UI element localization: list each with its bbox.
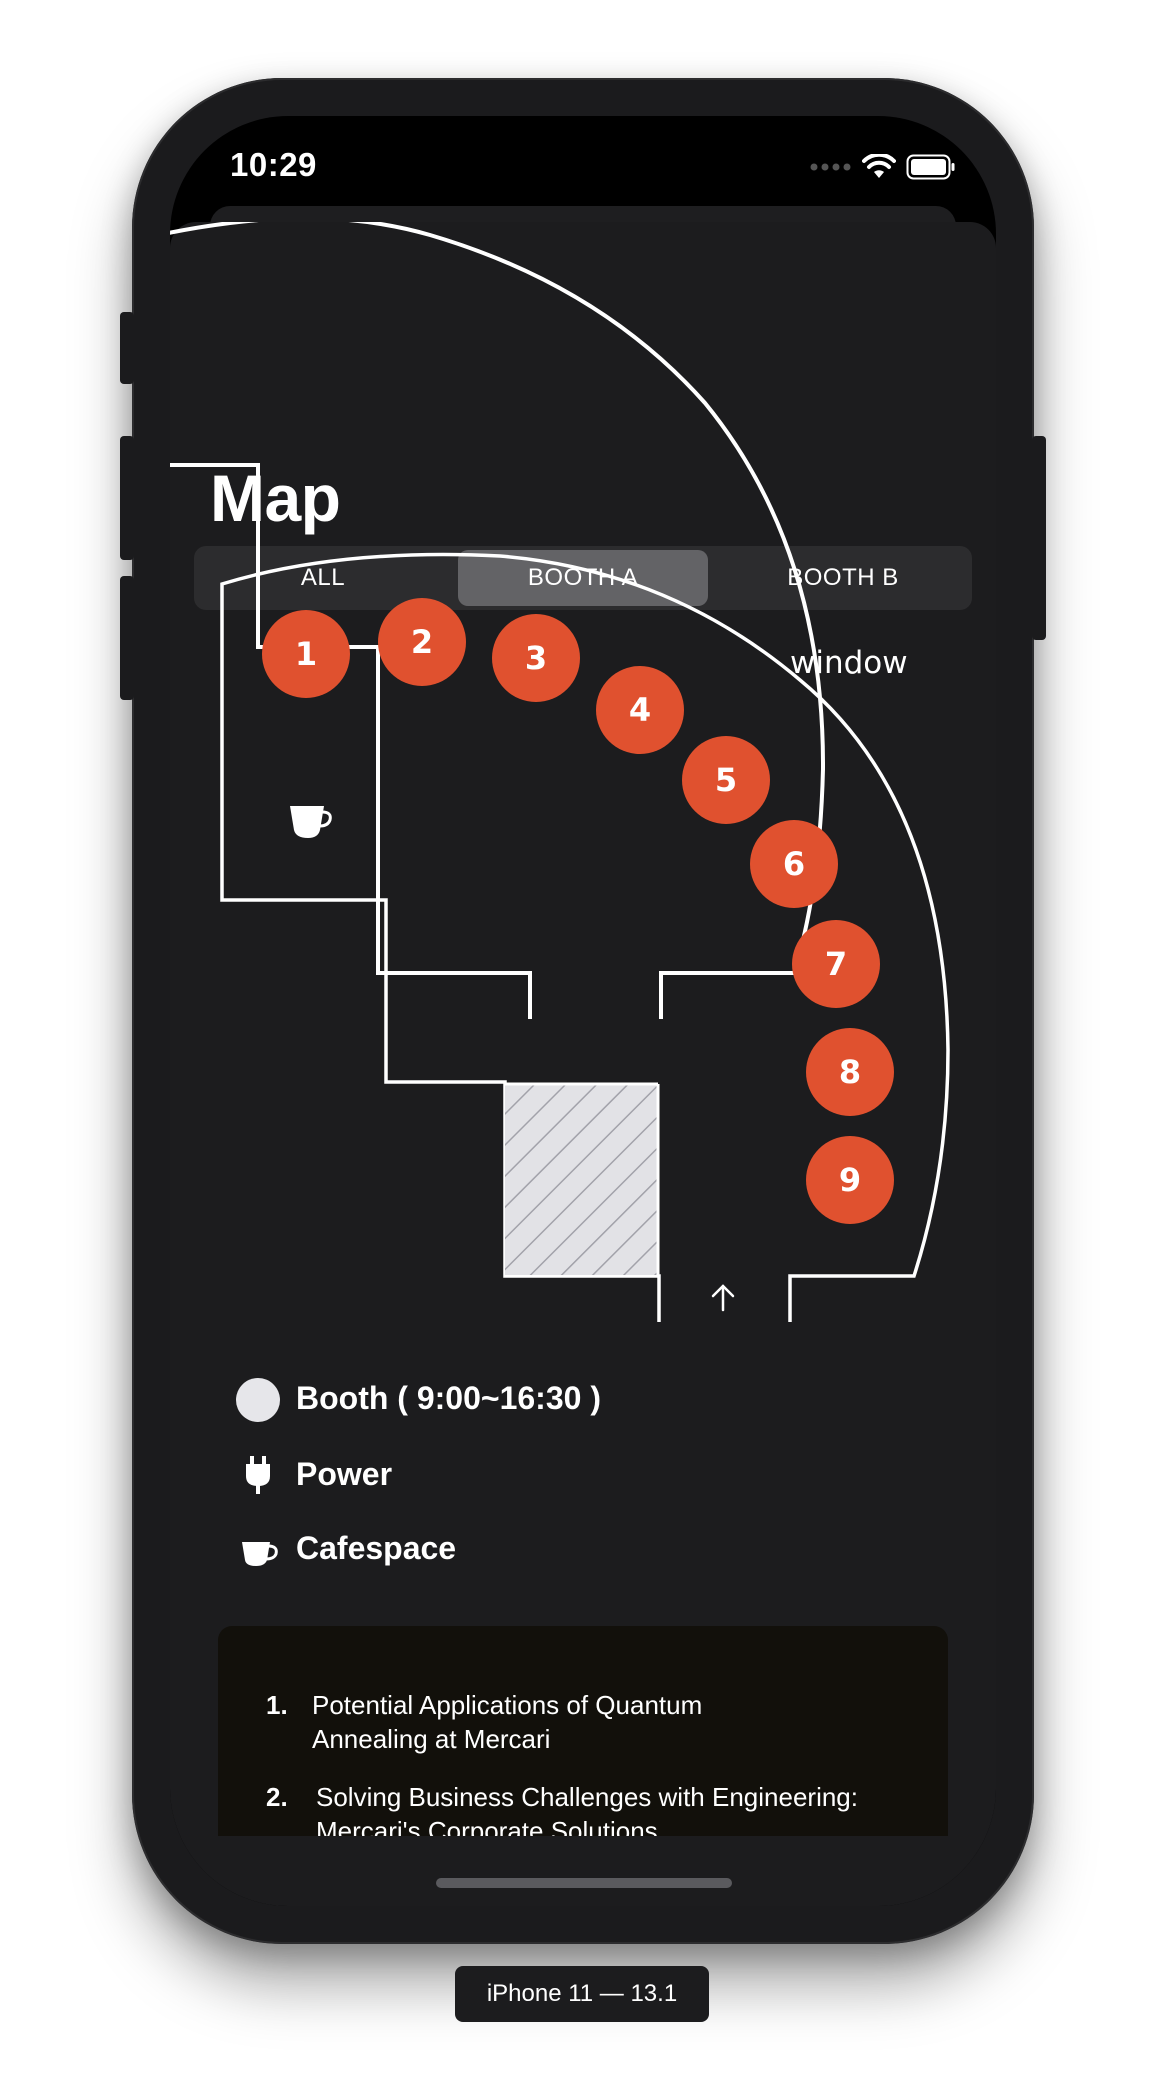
booth-marker-8[interactable]: 8	[806, 1028, 894, 1116]
cafe-map-icon	[290, 806, 332, 838]
session-title: Solving Business Challenges with Enginee…	[316, 1782, 858, 1836]
booth-marker-5[interactable]: 5	[682, 736, 770, 824]
booth-marker-3[interactable]: 3	[492, 614, 580, 702]
device-label: iPhone 11 — 13.1	[455, 1966, 709, 2022]
booth-marker-2[interactable]: 2	[378, 598, 466, 686]
booth-number: 9	[839, 1161, 861, 1199]
booth-number: 3	[525, 639, 547, 677]
booth-marker-9[interactable]: 9	[806, 1136, 894, 1224]
legend-booth-label: Booth ( 9:00~16:30 )	[296, 1380, 601, 1416]
window-label: window	[790, 645, 908, 681]
session-title: Potential Applications of Quantum Anneal…	[312, 1690, 703, 1754]
session-list: 1. Potential Applications of Quantum Ann…	[218, 1626, 948, 1836]
session-number: 1.	[266, 1690, 288, 1720]
booth-dot-icon	[236, 1378, 280, 1422]
booth-marker-4[interactable]: 4	[596, 666, 684, 754]
booth-marker-6[interactable]: 6	[750, 820, 838, 908]
booth-number: 7	[825, 945, 847, 983]
booth-number: 1	[295, 635, 317, 673]
booth-marker-7[interactable]: 7	[792, 920, 880, 1008]
booth-number: 2	[411, 623, 433, 661]
booth-marker-1[interactable]: 1	[262, 610, 350, 698]
legend-cafe-label: Cafespace	[296, 1530, 457, 1566]
session-number: 2.	[266, 1782, 288, 1812]
booth-number: 6	[783, 845, 805, 883]
booth-number: 8	[839, 1053, 861, 1091]
home-indicator	[436, 1878, 732, 1888]
restricted-area	[505, 1084, 658, 1275]
entrance-arrow-icon	[711, 1284, 735, 1312]
power-plug-icon	[246, 1456, 270, 1494]
coffee-cup-icon	[242, 1542, 278, 1566]
legend-power-label: Power	[296, 1456, 393, 1492]
booth-number: 5	[715, 761, 737, 799]
booth-number: 4	[629, 691, 651, 729]
